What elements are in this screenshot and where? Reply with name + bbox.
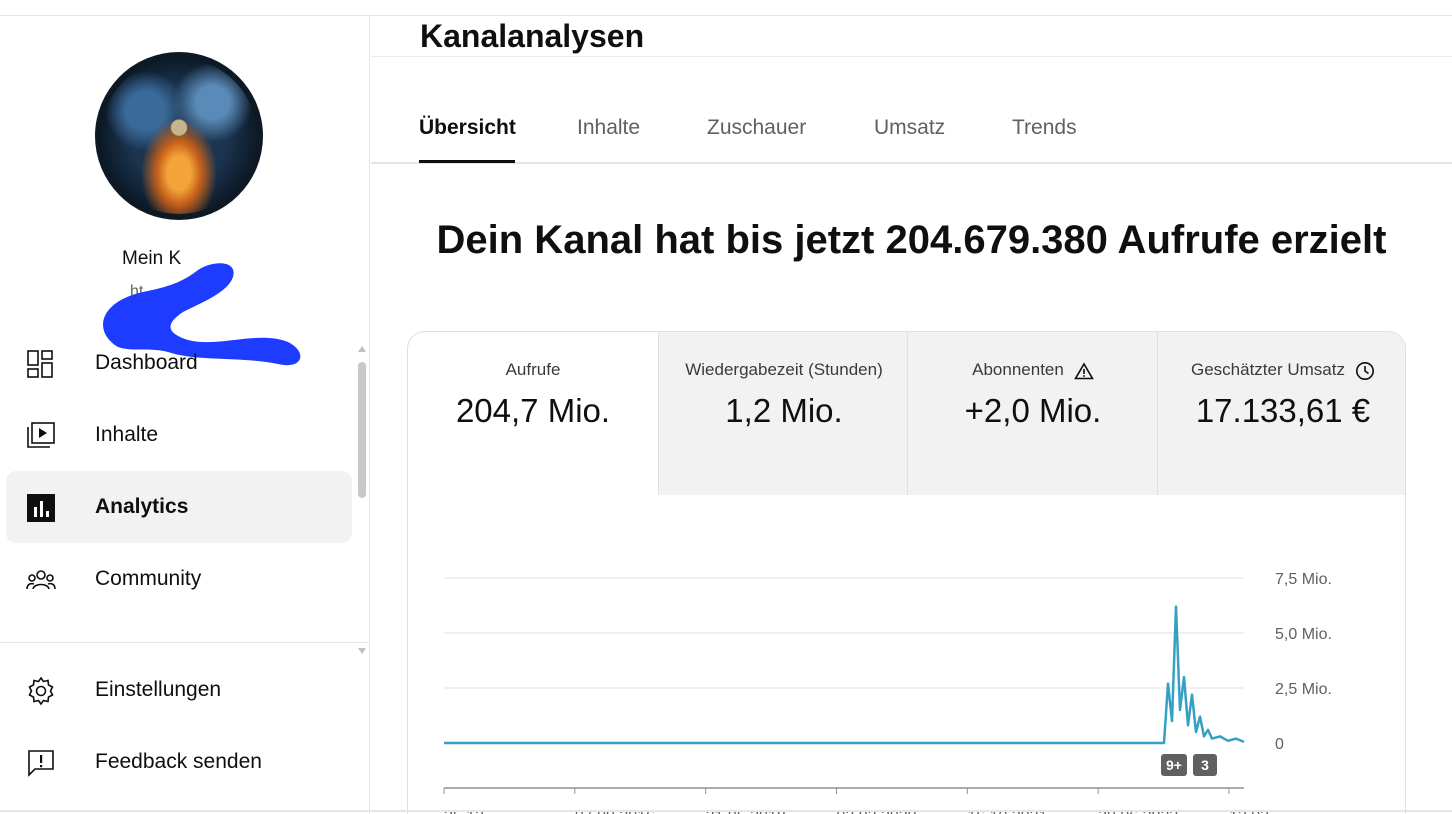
active-tab-indicator	[419, 160, 515, 163]
views-line-chart[interactable]: 02,5 Mio.5,0 Mio.7,5 Mio.25.12.07.09.201…	[408, 495, 1406, 814]
metric-label: Aufrufe	[505, 360, 561, 379]
scroll-up-arrow-icon[interactable]	[358, 346, 366, 352]
metric-value: 1,2 Mio.	[725, 392, 843, 429]
annotation-badge-label: 3	[1201, 757, 1209, 773]
metric-label: Geschätzter Umsatz	[1191, 360, 1345, 379]
sidebar-item-label: Inhalte	[95, 423, 159, 446]
sidebar-item-label: Einstellungen	[95, 678, 222, 701]
tab-overview[interactable]: Übersicht	[419, 116, 516, 162]
clock-icon[interactable]	[1355, 361, 1375, 381]
channel-avatar[interactable]	[95, 52, 263, 220]
scroll-down-arrow-icon[interactable]	[358, 648, 366, 654]
annotation-badge-label: 9+	[1166, 757, 1182, 773]
dashboard-icon	[27, 350, 53, 378]
metric-value: 17.133,61 €	[1195, 392, 1371, 429]
gear-icon	[28, 676, 54, 706]
metric-value: +2,0 Mio.	[964, 392, 1102, 429]
sidebar-item-label: Analytics	[95, 495, 189, 518]
metric-subscribers[interactable]: Abonnenten +2,0 Mio.	[907, 332, 1157, 495]
tab-audience[interactable]: Zuschauer	[707, 116, 806, 162]
metric-views[interactable]: Aufrufe 204,7 Mio.	[408, 332, 658, 495]
sidebar-item-community[interactable]: Community	[6, 543, 352, 615]
page-title: Kanalanalysen	[420, 18, 645, 54]
analytics-tabs: Übersicht Inhalte Zuschauer Umsatz Trend…	[371, 110, 1452, 164]
tab-revenue[interactable]: Umsatz	[874, 116, 945, 162]
scroll-thumb[interactable]	[358, 362, 366, 498]
main-content: Kanalanalysen Übersicht Inhalte Zuschaue…	[371, 16, 1452, 814]
y-tick-label: 0	[1275, 736, 1284, 753]
sidebar-item-feedback[interactable]: Feedback senden	[6, 726, 352, 798]
warning-icon[interactable]	[1073, 361, 1094, 380]
sidebar-item-label: Dashboard	[95, 351, 198, 374]
sidebar-item-content[interactable]: Inhalte	[6, 399, 352, 471]
sidebar-item-analytics[interactable]: Analytics	[6, 471, 352, 543]
metric-watch-time[interactable]: Wiedergabezeit (Stunden) 1,2 Mio.	[658, 332, 908, 495]
views-series-line[interactable]	[444, 605, 1245, 745]
metric-label-row: Abonnenten	[908, 360, 1158, 380]
tab-content[interactable]: Inhalte	[577, 116, 640, 162]
community-icon	[26, 570, 56, 590]
sidebar-item-label: Feedback senden	[95, 750, 262, 773]
feedback-icon	[28, 750, 54, 777]
metric-label: Abonnenten	[972, 360, 1064, 379]
title-divider	[371, 56, 1452, 57]
y-tick-label: 7,5 Mio.	[1275, 571, 1332, 588]
metric-label: Wiedergabezeit (Stunden)	[685, 360, 883, 379]
analytics-icon	[27, 494, 55, 522]
sidebar: Mein K ht Dashboard Inhalte Analytics Co…	[0, 16, 370, 814]
metric-revenue[interactable]: Geschätzter Umsatz 17.133,61 €	[1157, 332, 1405, 495]
sidebar-divider	[0, 642, 370, 643]
sidebar-item-label: Community	[95, 567, 202, 590]
tab-trends[interactable]: Trends	[1012, 116, 1077, 162]
overview-card: Aufrufe 204,7 Mio. Wiedergabezeit (Stund…	[407, 331, 1406, 814]
sidebar-item-settings[interactable]: Einstellungen	[6, 654, 352, 726]
bottom-border	[0, 810, 1452, 812]
sidebar-item-dashboard[interactable]: Dashboard	[6, 327, 352, 399]
metric-label-row: Geschätzter Umsatz	[1158, 360, 1405, 381]
views-headline: Dein Kanal hat bis jetzt 204.679.380 Auf…	[436, 218, 1387, 262]
metric-value: 204,7 Mio.	[455, 392, 611, 429]
y-tick-label: 2,5 Mio.	[1275, 681, 1332, 698]
sidebar-scrollbar[interactable]	[356, 346, 368, 656]
y-tick-label: 5,0 Mio.	[1275, 626, 1332, 643]
content-icon	[27, 422, 55, 448]
youtube-studio-analytics: Mein K ht Dashboard Inhalte Analytics Co…	[0, 0, 1452, 814]
